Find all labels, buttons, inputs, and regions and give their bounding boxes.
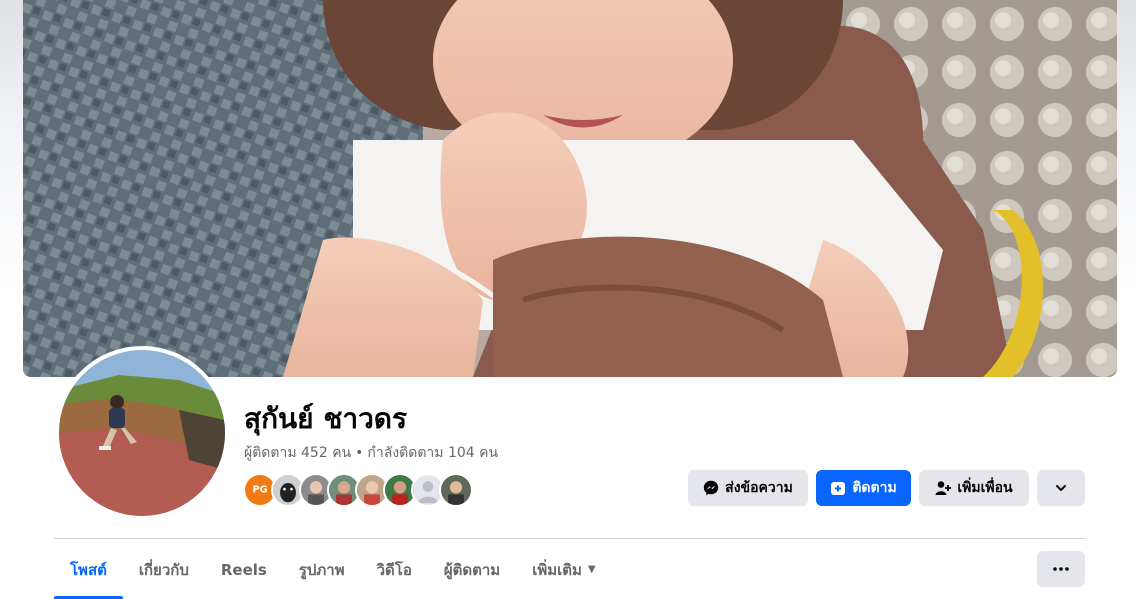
followers-count[interactable]: ผู้ติดตาม 452 คน bbox=[244, 445, 351, 461]
messenger-icon bbox=[703, 480, 719, 496]
friend-avatar-8[interactable] bbox=[439, 473, 473, 507]
svg-text:PG: PG bbox=[252, 485, 267, 496]
more-options-button[interactable] bbox=[1037, 470, 1085, 506]
tab-followers[interactable]: ผู้ติดตาม bbox=[428, 540, 516, 599]
tab-posts[interactable]: โพสต์ bbox=[54, 540, 123, 599]
follow-stats: ผู้ติดตาม 452 คน • กำลังติดตาม 104 คน bbox=[244, 443, 498, 463]
caret-down-icon: ▼ bbox=[587, 564, 596, 575]
message-button[interactable]: ส่งข้อความ bbox=[688, 470, 808, 506]
tab-label: เกี่ยวกับ bbox=[138, 560, 189, 579]
divider bbox=[54, 538, 1085, 539]
tab-reels[interactable]: Reels bbox=[205, 540, 283, 599]
ellipsis-icon bbox=[1053, 567, 1069, 571]
follow-button-label: ติดตาม bbox=[852, 480, 897, 496]
profile-avatar[interactable] bbox=[55, 346, 229, 520]
tab-label: รูปภาพ bbox=[298, 560, 345, 579]
friends-facepile: PG bbox=[243, 473, 473, 507]
tab-more[interactable]: เพิ่มเติม ▼ bbox=[516, 540, 611, 599]
tab-videos[interactable]: วิดีโอ bbox=[361, 540, 428, 599]
tab-label: วิดีโอ bbox=[376, 560, 412, 579]
add-friend-icon bbox=[935, 481, 952, 495]
tabs-more-options-button[interactable] bbox=[1037, 551, 1085, 587]
add-friend-button-label: เพิ่มเพื่อน bbox=[957, 480, 1013, 496]
tab-photos[interactable]: รูปภาพ bbox=[283, 540, 361, 599]
profile-name: สุกันย์ ชาวดร bbox=[244, 402, 408, 435]
tab-about[interactable]: เกี่ยวกับ bbox=[123, 540, 205, 599]
following-count[interactable]: กำลังติดตาม 104 คน bbox=[367, 445, 498, 461]
separator: • bbox=[355, 445, 364, 461]
tab-label: เพิ่มเติม bbox=[532, 560, 582, 579]
tab-label: ผู้ติดตาม bbox=[443, 560, 501, 579]
follow-button[interactable]: ติดตาม bbox=[816, 470, 911, 506]
add-friend-button[interactable]: เพิ่มเพื่อน bbox=[919, 470, 1029, 506]
message-button-label: ส่งข้อความ bbox=[725, 480, 793, 496]
follow-icon bbox=[831, 482, 846, 495]
tab-label: Reels bbox=[220, 560, 267, 579]
cover-photo[interactable] bbox=[23, 0, 1117, 377]
chevron-down-icon bbox=[1056, 485, 1066, 491]
profile-tabs: โพสต์ เกี่ยวกับ Reels รูปภาพ วิดีโอ ผู้ต… bbox=[54, 540, 612, 599]
tab-label: โพสต์ bbox=[70, 560, 107, 579]
